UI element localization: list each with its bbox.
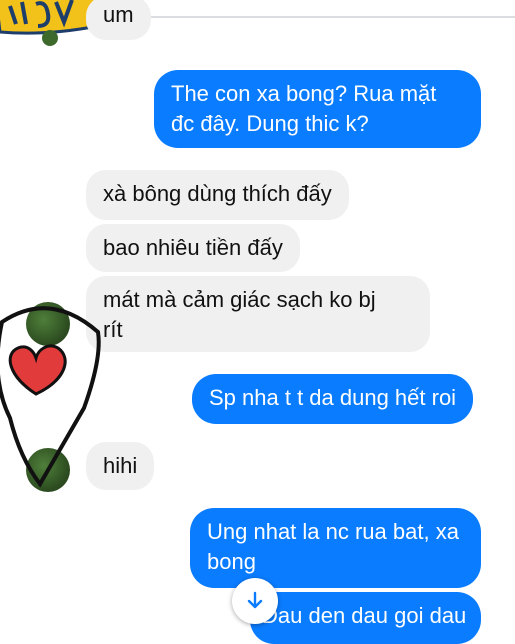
arrow-down-icon [247, 591, 263, 609]
message-text-line: The con xa bong? Rua mặt [171, 81, 437, 106]
message-bubble-incoming[interactable]: xà bông dùng thích đấy [86, 170, 349, 220]
message-text-line: Ung nhat la nc rua bat, xa [207, 519, 459, 544]
message-text: um [103, 2, 134, 27]
message-text-line: đc đây. Dung thic k? [171, 111, 369, 136]
message-text-line: bong [207, 549, 256, 574]
heart-icon [0, 306, 101, 488]
message-bubble-incoming[interactable]: mát mà cảm giác sạch ko bj rít [86, 276, 430, 352]
message-text-line: rít [103, 317, 123, 342]
message-bubble-outgoing[interactable]: Sp nha t t da dung hết roi [192, 374, 474, 424]
message-text: bao nhiêu tiền đấy [103, 235, 283, 260]
message-text: xà bông dùng thích đấy [103, 181, 332, 206]
scroll-to-bottom-button[interactable] [232, 578, 278, 624]
message-bubble-incoming[interactable]: um [86, 0, 151, 40]
message-bubble-outgoing[interactable]: Ung nhat la nc rua bat, xa bong [190, 508, 481, 588]
message-bubble-incoming[interactable]: bao nhiêu tiền đấy [86, 224, 300, 272]
message-text: Sp nha t t da dung hết roi [209, 385, 457, 410]
message-text: Dau den dau goi dau [262, 603, 467, 628]
message-bubble-outgoing[interactable]: The con xa bong? Rua mặt đc đây. Dung th… [154, 70, 481, 148]
message-bubble-outgoing[interactable]: Dau den dau goi dau [250, 592, 481, 644]
message-text-line: mát mà cảm giác sạch ko bj [103, 287, 376, 312]
